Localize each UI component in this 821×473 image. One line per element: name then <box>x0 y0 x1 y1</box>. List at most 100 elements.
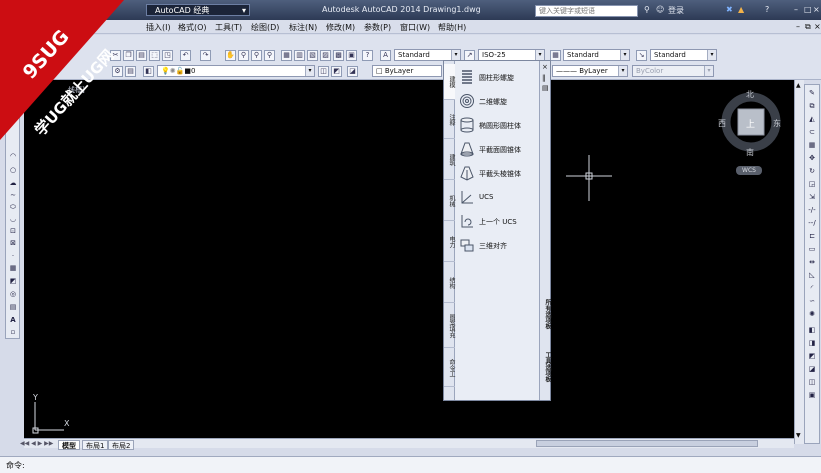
close-icon[interactable]: × <box>813 5 820 14</box>
palette-tab-hatch[interactable]: 图案填充 <box>444 304 455 348</box>
point-icon[interactable]: · <box>8 251 18 261</box>
hatch-icon[interactable]: ▦ <box>8 263 18 273</box>
layer-select[interactable]: 💡✺🔓■0 ▾ <box>157 65 315 77</box>
maximize-icon[interactable]: □ <box>804 5 812 14</box>
chamfer-icon[interactable]: ◺ <box>807 270 817 280</box>
palette-item-frustum-pyramid[interactable]: 平截头棱锥体 <box>459 163 539 183</box>
make-block-icon[interactable]: ⊠ <box>8 238 18 248</box>
spline-icon[interactable]: ∼ <box>8 190 18 200</box>
explode-icon[interactable]: ✺ <box>807 309 817 319</box>
mtext-icon[interactable]: A <box>8 315 18 325</box>
color-select[interactable]: □ ByLayer <box>372 65 442 77</box>
stay-connected-icon[interactable]: ▲ <box>738 5 744 14</box>
join-icon[interactable]: ⇹ <box>807 257 817 267</box>
binoculars-icon[interactable]: ⚲ <box>644 5 650 14</box>
move-icon[interactable]: ✥ <box>807 153 817 163</box>
minimize-icon[interactable]: – <box>794 5 798 14</box>
scale-icon[interactable]: ◲ <box>807 179 817 189</box>
mleader-style-icon[interactable]: ↘ <box>636 50 647 61</box>
palette-title-all[interactable]: 所有选项板 <box>540 289 551 339</box>
fillet-icon[interactable]: ◜ <box>807 283 817 293</box>
menu-format[interactable]: 格式(O) <box>178 22 207 33</box>
sheet-set-icon[interactable]: ▨ <box>320 50 331 61</box>
palette-title-tools[interactable]: 工具选项板 <box>540 343 551 391</box>
viewcube[interactable]: 北 南 东 西 上 WCS <box>718 86 784 175</box>
menu-draw[interactable]: 绘图(D) <box>251 22 279 33</box>
send-back-icon[interactable]: ◩ <box>807 351 817 361</box>
stretch-icon[interactable]: ⇲ <box>807 192 817 202</box>
send-under-icon[interactable]: ◫ <box>807 377 817 387</box>
palette-item-helix[interactable]: 圆柱形螺旋 <box>459 67 539 87</box>
palette-tab-command[interactable]: 命令工 <box>444 349 455 387</box>
erase-icon[interactable]: ✎ <box>807 88 817 98</box>
bring-above-icon[interactable]: ◪ <box>807 364 817 374</box>
command-line[interactable]: 命令: <box>0 456 821 473</box>
design-center-icon[interactable]: ▥ <box>294 50 305 61</box>
workspace-dropdown[interactable]: AutoCAD 经典 ▾ <box>146 4 250 16</box>
undo-icon[interactable]: ↶ <box>180 50 191 61</box>
wcs-menu[interactable]: WCS <box>736 166 762 175</box>
break-icon[interactable]: ⊏ <box>807 231 817 241</box>
copy-object-icon[interactable]: ⧉ <box>807 101 817 111</box>
palette-item-ucs-previous[interactable]: 上一个 UCS <box>459 211 539 231</box>
menu-window[interactable]: 窗口(W) <box>400 22 430 33</box>
palette-item-2d-helix[interactable]: 二维螺旋 <box>459 91 539 111</box>
blend-icon[interactable]: ∽ <box>807 296 817 306</box>
menu-parameter[interactable]: 参数(P) <box>364 22 391 33</box>
menu-modify[interactable]: 修改(M) <box>326 22 355 33</box>
tab-model[interactable]: 模型 <box>58 440 80 450</box>
add-selected-icon[interactable]: ▫ <box>8 327 18 337</box>
compass-east[interactable]: 东 <box>773 118 781 129</box>
table-icon[interactable]: ▤ <box>8 302 18 312</box>
tab-layout2[interactable]: 布局2 <box>108 440 135 450</box>
offset-icon[interactable]: ⊂ <box>807 127 817 137</box>
markup-icon[interactable]: ▩ <box>333 50 344 61</box>
help-button[interactable]: ? <box>765 5 769 14</box>
doc-close-icon[interactable]: × <box>814 22 821 31</box>
trim-icon[interactable]: -/- <box>807 205 817 215</box>
copy-icon[interactable]: ❐ <box>123 50 134 61</box>
palette-item-3d-align[interactable]: 三维对齐 <box>459 235 539 255</box>
layer-properties-icon[interactable]: ▤ <box>125 66 136 77</box>
login-link[interactable]: 登录 <box>668 5 684 16</box>
match-properties-icon[interactable]: ⬚ <box>149 50 160 61</box>
menu-dimension[interactable]: 标注(N) <box>289 22 317 33</box>
palette-item-frustum-cone[interactable]: 平截面圆锥体 <box>459 139 539 159</box>
exchange-icon[interactable]: ✖ <box>726 5 733 14</box>
scroll-thumb[interactable] <box>536 440 758 447</box>
palette-item-ucs[interactable]: UCS <box>459 187 539 207</box>
palette-autohide-icon[interactable]: ‖ <box>542 74 546 82</box>
palette-tab-annotation[interactable]: 注释 <box>444 101 455 139</box>
block-editor-icon[interactable]: ◳ <box>162 50 173 61</box>
insert-block-icon[interactable]: ⊡ <box>8 226 18 236</box>
tool-palettes-icon[interactable]: ▧ <box>307 50 318 61</box>
palette-tab-modeling[interactable]: 建模 <box>444 64 455 100</box>
menu-tools[interactable]: 工具(T) <box>215 22 242 33</box>
doc-minimize-icon[interactable]: – <box>796 22 800 31</box>
palette-tab-architectural[interactable]: 建筑 <box>444 140 455 180</box>
tab-nav-arrows[interactable]: ◀◀ ◀ ▶ ▶▶ <box>20 440 53 447</box>
break-at-point-icon[interactable]: ▭ <box>807 244 817 254</box>
rotate-icon[interactable]: ↻ <box>807 166 817 176</box>
text-style-icon[interactable]: A <box>380 50 391 61</box>
menu-help[interactable]: 帮助(H) <box>438 22 466 33</box>
linetype-select[interactable]: ——— ByLayer ▾ <box>552 65 628 77</box>
redo-icon[interactable]: ↷ <box>200 50 211 61</box>
palette-tab-mechanical[interactable]: 机械 <box>444 181 455 221</box>
search-input[interactable]: 键入关键字或短语 <box>535 5 638 17</box>
paste-icon[interactable]: ▤ <box>136 50 147 61</box>
region-icon[interactable]: ◎ <box>8 289 18 299</box>
bring-front-icon[interactable]: ◨ <box>807 338 817 348</box>
zoom-window-icon[interactable]: ⚲ <box>251 50 262 61</box>
tab-layout1[interactable]: 布局1 <box>82 440 109 450</box>
make-current-icon[interactable]: ◫ <box>318 66 329 77</box>
compass-north[interactable]: 北 <box>746 89 754 100</box>
ellipse-icon[interactable]: ⬭ <box>8 202 18 212</box>
palette-properties-icon[interactable]: ▤ <box>542 84 549 92</box>
zoom-realtime-icon[interactable]: ⚲ <box>238 50 249 61</box>
viewcube-top-face[interactable]: 上 <box>746 117 755 130</box>
menu-insert[interactable]: 插入(I) <box>146 22 171 33</box>
layer-state-icon[interactable]: ◪ <box>347 66 358 77</box>
table-style-icon[interactable]: ▦ <box>550 50 561 61</box>
table-style-select[interactable]: Standard ▾ <box>563 49 630 61</box>
